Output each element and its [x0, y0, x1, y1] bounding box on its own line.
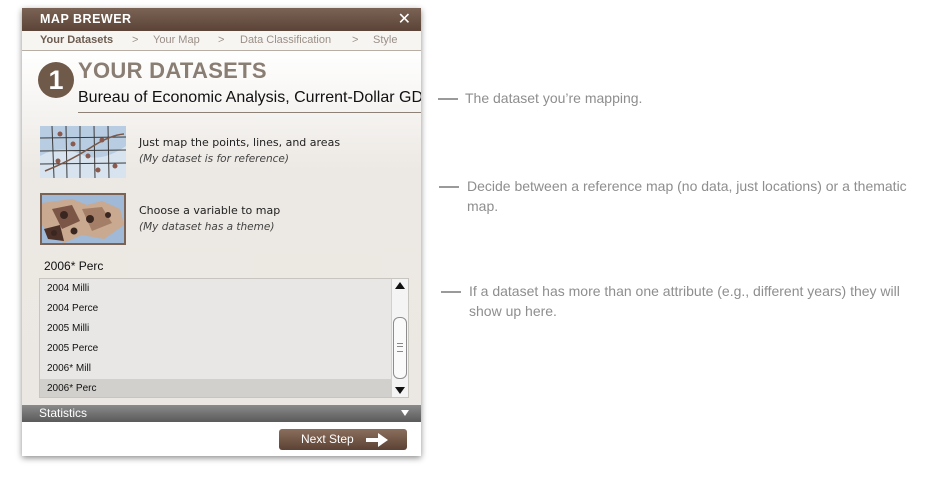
breadcrumb-separator: >	[132, 34, 139, 46]
thematic-option-label: Choose a variable to map	[139, 204, 281, 217]
scrollbar-thumb[interactable]	[393, 317, 407, 379]
selected-attribute-label: 2006* Perc	[44, 259, 104, 273]
scroll-down-arrow-icon[interactable]	[395, 387, 405, 394]
chevron-down-icon	[401, 410, 409, 416]
callout-dash	[439, 186, 459, 188]
callout-dash	[441, 291, 461, 293]
map-brewer-panel: MAP BREWER ✕ Your Datasets > Your Map > …	[22, 8, 421, 456]
breadcrumb-style[interactable]: Style	[373, 34, 397, 46]
next-step-label: Next Step	[301, 432, 354, 446]
thematic-map-option[interactable]: Choose a variable to map (My dataset has…	[40, 193, 412, 249]
reference-option-label: Just map the points, lines, and areas	[139, 136, 341, 149]
breadcrumb: Your Datasets > Your Map > Data Classifi…	[22, 31, 421, 51]
attribute-list-item[interactable]: 2005 Perce	[40, 339, 392, 359]
map-type-callout: Decide between a reference map (no data,…	[467, 178, 907, 214]
panel-title: MAP BREWER	[40, 12, 132, 26]
breadcrumb-separator: >	[218, 34, 225, 46]
next-step-button[interactable]: Next Step	[279, 429, 407, 450]
close-icon[interactable]: ✕	[398, 9, 411, 29]
breadcrumb-your-datasets[interactable]: Your Datasets	[40, 34, 113, 46]
reference-map-thumbnail-icon	[40, 126, 126, 178]
reference-option-sublabel: (My dataset is for reference)	[139, 153, 289, 165]
title-bar: MAP BREWER ✕	[22, 8, 421, 31]
attribute-list-item[interactable]: 2005 Milli	[40, 319, 392, 339]
dataset-callout: The dataset you’re mapping.	[465, 90, 643, 106]
statistics-label: Statistics	[39, 406, 88, 420]
grip-icon	[397, 343, 403, 352]
step-number-badge: 1	[38, 62, 74, 98]
thematic-option-sublabel: (My dataset has a theme)	[139, 221, 275, 233]
arrow-right-icon	[365, 432, 389, 451]
breadcrumb-data-classification[interactable]: Data Classification	[240, 34, 331, 46]
attribute-callout: If a dataset has more than one attribute…	[469, 283, 900, 319]
attribute-list-item[interactable]: 2004 Perce	[40, 299, 392, 319]
callout-dash	[438, 98, 458, 100]
breadcrumb-separator: >	[352, 34, 359, 46]
attribute-list[interactable]: 2004 Milli 2004 Perce 2005 Milli 2005 Pe…	[39, 278, 409, 398]
scroll-up-arrow-icon[interactable]	[395, 282, 405, 289]
footer: Next Step	[22, 422, 421, 456]
attribute-list-item[interactable]: 2006* Mill	[40, 359, 392, 379]
breadcrumb-your-map[interactable]: Your Map	[153, 34, 200, 46]
thematic-map-thumbnail-icon	[40, 193, 126, 245]
attribute-list-scrollbar[interactable]	[391, 279, 408, 397]
attribute-list-item-selected[interactable]: 2006* Perc	[40, 379, 392, 397]
reference-map-option[interactable]: Just map the points, lines, and areas (M…	[40, 126, 412, 182]
attribute-list-item[interactable]: 2004 Milli	[40, 279, 392, 299]
dataset-name-field[interactable]: Bureau of Economic Analysis, Current-Dol…	[78, 86, 421, 113]
section-title: YOUR DATASETS	[78, 58, 267, 83]
statistics-toggle[interactable]: Statistics	[22, 405, 421, 422]
